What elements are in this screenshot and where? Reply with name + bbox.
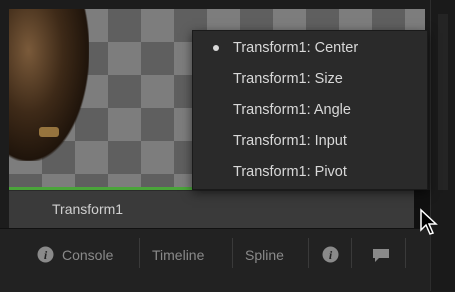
menu-item-label: Transform1: Angle [233,102,351,118]
menu-item-label: Transform1: Center [233,40,359,56]
menu-item-transform-pivot[interactable]: Transform1: Pivot [193,157,427,187]
tab-spline[interactable]: Spline [245,244,284,266]
menu-item-label: Transform1: Size [233,71,343,87]
viewer-footage-image [9,9,89,161]
mouse-cursor-icon [420,208,438,235]
info-icon[interactable]: i [37,246,54,263]
toolbar-divider [308,238,309,268]
selected-bullet-icon [213,45,219,51]
control-dropdown-menu: Transform1: Center Transform1: Size Tran… [192,30,428,190]
node-name-label: Transform1 [52,201,124,217]
menu-item-label: Transform1: Input [233,133,347,149]
right-scrollbar[interactable] [438,14,448,190]
menu-item-transform-size[interactable]: Transform1: Size [193,64,427,94]
menu-item-transform-center[interactable]: Transform1: Center [193,33,427,63]
toolbar-divider [405,238,406,268]
menu-item-transform-input[interactable]: Transform1: Input [193,126,427,156]
toolbar-divider [232,238,233,268]
tab-console[interactable]: Console [62,244,113,266]
chat-icon[interactable] [371,247,391,263]
menu-item-transform-angle[interactable]: Transform1: Angle [193,95,427,125]
tab-timeline[interactable]: Timeline [152,244,204,266]
toolbar-divider [351,238,352,268]
menu-item-label: Transform1: Pivot [233,164,347,180]
toolbar-divider [139,238,140,268]
app-window: Transform1 Transform1: Center Transform1… [0,0,455,292]
info-icon[interactable]: i [322,246,339,263]
viewer-footage-highlight [39,127,59,137]
